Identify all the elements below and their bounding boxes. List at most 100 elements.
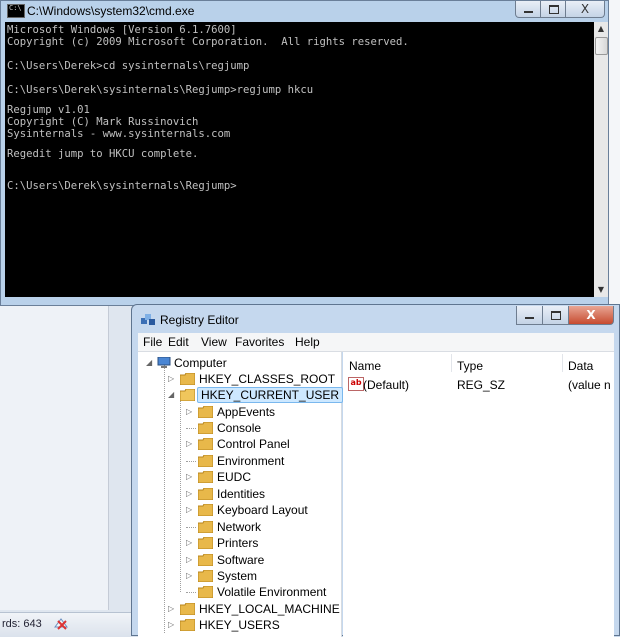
folder-icon <box>180 373 195 385</box>
tree-node-software[interactable]: ▷ Software <box>186 552 336 568</box>
string-value-icon: ab <box>348 377 364 391</box>
console-line: Regedit jump to HKCU complete. <box>7 148 199 160</box>
collapsed-arrow-icon[interactable]: ▷ <box>186 489 192 498</box>
menu-file[interactable]: File <box>143 335 162 349</box>
tree-node-control-panel[interactable]: ▷ Control Panel <box>186 436 336 452</box>
cmd-window[interactable]: C:\Windows\system32\cmd.exe X Microsoft … <box>0 0 609 306</box>
value-data: (value n <box>568 378 611 392</box>
cmd-vertical-scrollbar[interactable]: ▲ ▼ <box>594 22 608 297</box>
collapsed-arrow-icon[interactable]: ▷ <box>186 555 192 564</box>
column-separator[interactable] <box>562 354 563 372</box>
tree-node-hkey-classes-root[interactable]: ▷ HKEY_CLASSES_ROOT <box>168 371 338 387</box>
cmd-console-output[interactable]: Microsoft Windows [Version 6.1.7600] Cop… <box>5 22 594 297</box>
folder-icon <box>198 438 213 450</box>
tree-node-keyboard-layout[interactable]: ▷ Keyboard Layout <box>186 502 336 518</box>
column-header-type[interactable]: Type <box>457 359 483 373</box>
collapsed-arrow-icon[interactable]: ▷ <box>168 620 174 629</box>
tree-node-label: System <box>217 569 258 583</box>
tree-connector <box>180 398 181 592</box>
tree-node-label: HKEY_CLASSES_ROOT <box>199 372 336 386</box>
collapsed-arrow-icon[interactable]: ▷ <box>168 374 174 383</box>
menu-help[interactable]: Help <box>295 335 320 349</box>
scroll-down-arrow-icon[interactable]: ▼ <box>594 283 608 297</box>
expanded-arrow-icon[interactable]: ◢ <box>146 358 152 367</box>
cmd-close-button[interactable]: X <box>565 1 605 18</box>
expanded-arrow-icon[interactable]: ◢ <box>168 390 174 399</box>
tree-node-hkey-current-user[interactable]: ◢ HKEY_CURRENT_USER <box>168 387 344 403</box>
registry-close-button[interactable]: X <box>568 306 614 325</box>
folder-icon <box>198 488 213 500</box>
tree-node-printers[interactable]: ▷ Printers <box>186 535 336 551</box>
tree-node-hkey-users[interactable]: ▷ HKEY_USERS <box>168 617 338 633</box>
cmd-app-icon <box>7 4 25 18</box>
tree-connector <box>186 592 196 593</box>
collapsed-arrow-icon[interactable]: ▷ <box>186 538 192 547</box>
console-line: Microsoft Windows [Version 6.1.7600] <box>7 24 237 36</box>
collapsed-arrow-icon[interactable]: ▷ <box>186 571 192 580</box>
tree-node-label: AppEvents <box>217 405 276 419</box>
collapsed-arrow-icon[interactable]: ▷ <box>186 439 192 448</box>
close-icon: X <box>580 2 590 16</box>
tree-node-computer[interactable]: ◢ Computer <box>146 355 336 371</box>
collapsed-arrow-icon[interactable]: ▷ <box>168 604 174 613</box>
folder-icon <box>180 619 195 631</box>
tree-node-identities[interactable]: ▷ Identities <box>186 486 336 502</box>
cmd-minimize-button[interactable] <box>515 1 541 18</box>
scroll-up-arrow-icon[interactable]: ▲ <box>594 22 608 36</box>
scrollbar-thumb[interactable] <box>595 37 608 55</box>
tree-node-label: Volatile Environment <box>217 585 327 599</box>
tree-node-eudc[interactable]: ▷ EUDC <box>186 469 336 485</box>
folder-icon <box>198 570 213 582</box>
computer-icon <box>157 357 171 368</box>
tree-node-label: Environment <box>217 454 285 468</box>
value-type: REG_SZ <box>457 378 506 392</box>
tree-node-label-selected: HKEY_CURRENT_USER <box>197 387 344 403</box>
tree-node-environment[interactable]: Environment <box>186 453 336 469</box>
tree-node-network[interactable]: Network <box>186 519 336 535</box>
tree-node-label: Printers <box>217 536 259 550</box>
folder-icon <box>198 406 213 418</box>
background-document-page <box>0 300 109 610</box>
proofing-icon[interactable] <box>52 615 72 633</box>
tree-node-label: Software <box>217 553 265 567</box>
tree-connector <box>186 527 196 528</box>
folder-icon <box>198 521 213 533</box>
tree-node-volatile-environment[interactable]: Volatile Environment <box>186 584 338 600</box>
column-header-data[interactable]: Data <box>568 359 593 373</box>
registry-tree-pane[interactable]: ◢ Computer ▷ HKEY_CLASSES_ROOT ◢ HKEY_CU… <box>138 352 344 637</box>
tree-connector <box>186 428 196 429</box>
tree-node-label: Console <box>217 421 262 435</box>
folder-icon <box>198 504 213 516</box>
tree-connector <box>186 461 196 462</box>
value-name: (Default) <box>363 378 410 392</box>
collapsed-arrow-icon[interactable]: ▷ <box>186 472 192 481</box>
tree-node-console[interactable]: Console <box>186 420 336 436</box>
tree-node-system[interactable]: ▷ System <box>186 568 336 584</box>
registry-values-pane[interactable]: Name Type Data ab (Default) REG_SZ (valu… <box>343 352 614 637</box>
tree-node-hkey-local-machine[interactable]: ▷ HKEY_LOCAL_MACHINE <box>168 601 340 617</box>
background-status-bar: rds: 643 <box>0 612 140 637</box>
tree-node-label: HKEY_LOCAL_MACHINE <box>199 602 340 616</box>
registry-maximize-button[interactable] <box>542 306 569 325</box>
collapsed-arrow-icon[interactable]: ▷ <box>186 407 192 416</box>
collapsed-arrow-icon[interactable]: ▷ <box>186 505 192 514</box>
menu-view[interactable]: View <box>201 335 227 349</box>
tree-node-label: Network <box>217 520 262 534</box>
registry-minimize-button[interactable] <box>516 306 543 325</box>
console-line: Sysinternals - www.sysinternals.com <box>7 128 231 140</box>
tree-connector <box>164 365 165 633</box>
registry-title-bar[interactable]: Registry Editor X <box>132 305 619 333</box>
column-separator[interactable] <box>451 354 452 372</box>
menu-edit[interactable]: Edit <box>168 335 189 349</box>
cmd-title-bar[interactable]: C:\Windows\system32\cmd.exe X <box>1 1 608 21</box>
cmd-maximize-button[interactable] <box>540 1 566 18</box>
menu-favorites[interactable]: Favorites <box>235 335 284 349</box>
registry-editor-window[interactable]: Registry Editor X File Edit View Favorit… <box>131 304 620 637</box>
close-icon: X <box>586 308 596 322</box>
maximize-icon <box>551 311 561 320</box>
registry-app-icon <box>141 314 155 325</box>
column-header-name[interactable]: Name <box>349 359 381 373</box>
console-prompt-line: C:\Users\Derek\sysinternals\Regjump> <box>7 180 237 192</box>
tree-node-label: Keyboard Layout <box>217 503 308 517</box>
tree-node-appevents[interactable]: ▷ AppEvents <box>186 404 336 420</box>
